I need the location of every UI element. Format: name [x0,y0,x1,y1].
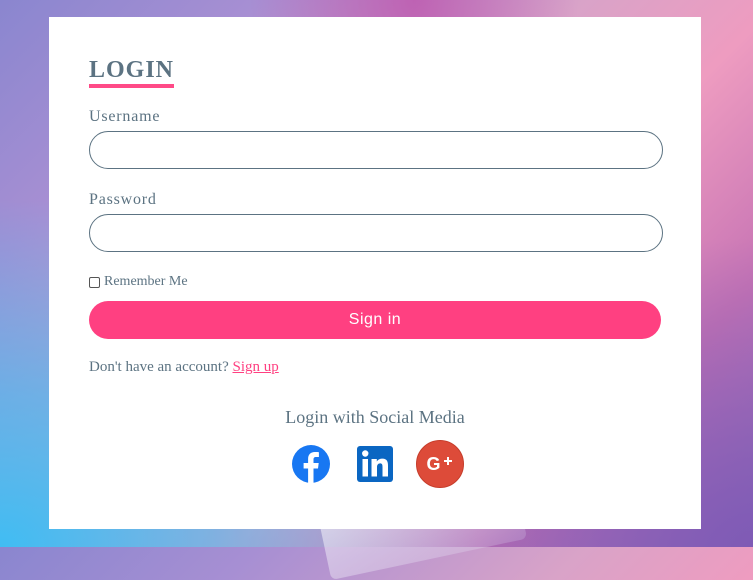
password-input[interactable] [89,214,663,252]
sign-up-link[interactable]: Sign up [232,359,278,375]
sign-in-button[interactable]: Sign in [89,301,661,339]
remember-me-label: Remember Me [104,274,188,289]
facebook-icon[interactable] [287,440,335,488]
remember-me-checkbox[interactable] [89,276,100,288]
linkedin-icon[interactable] [351,440,399,488]
login-card: LOGIN Username Password Remember Me Sign… [49,17,701,529]
remember-me[interactable]: Remember Me [89,274,188,290]
google-plus-icon[interactable]: G [415,439,465,489]
page-title: LOGIN [89,57,175,83]
social-login-title: Login with Social Media [285,407,465,427]
title-underline [89,84,174,88]
username-input[interactable] [89,131,663,169]
password-label: Password [89,191,157,208]
username-label: Username [89,108,161,125]
svg-text:G: G [426,454,440,474]
signup-prompt: Don't have an account? Sign up [89,359,279,376]
no-account-text: Don't have an account? [89,359,229,375]
